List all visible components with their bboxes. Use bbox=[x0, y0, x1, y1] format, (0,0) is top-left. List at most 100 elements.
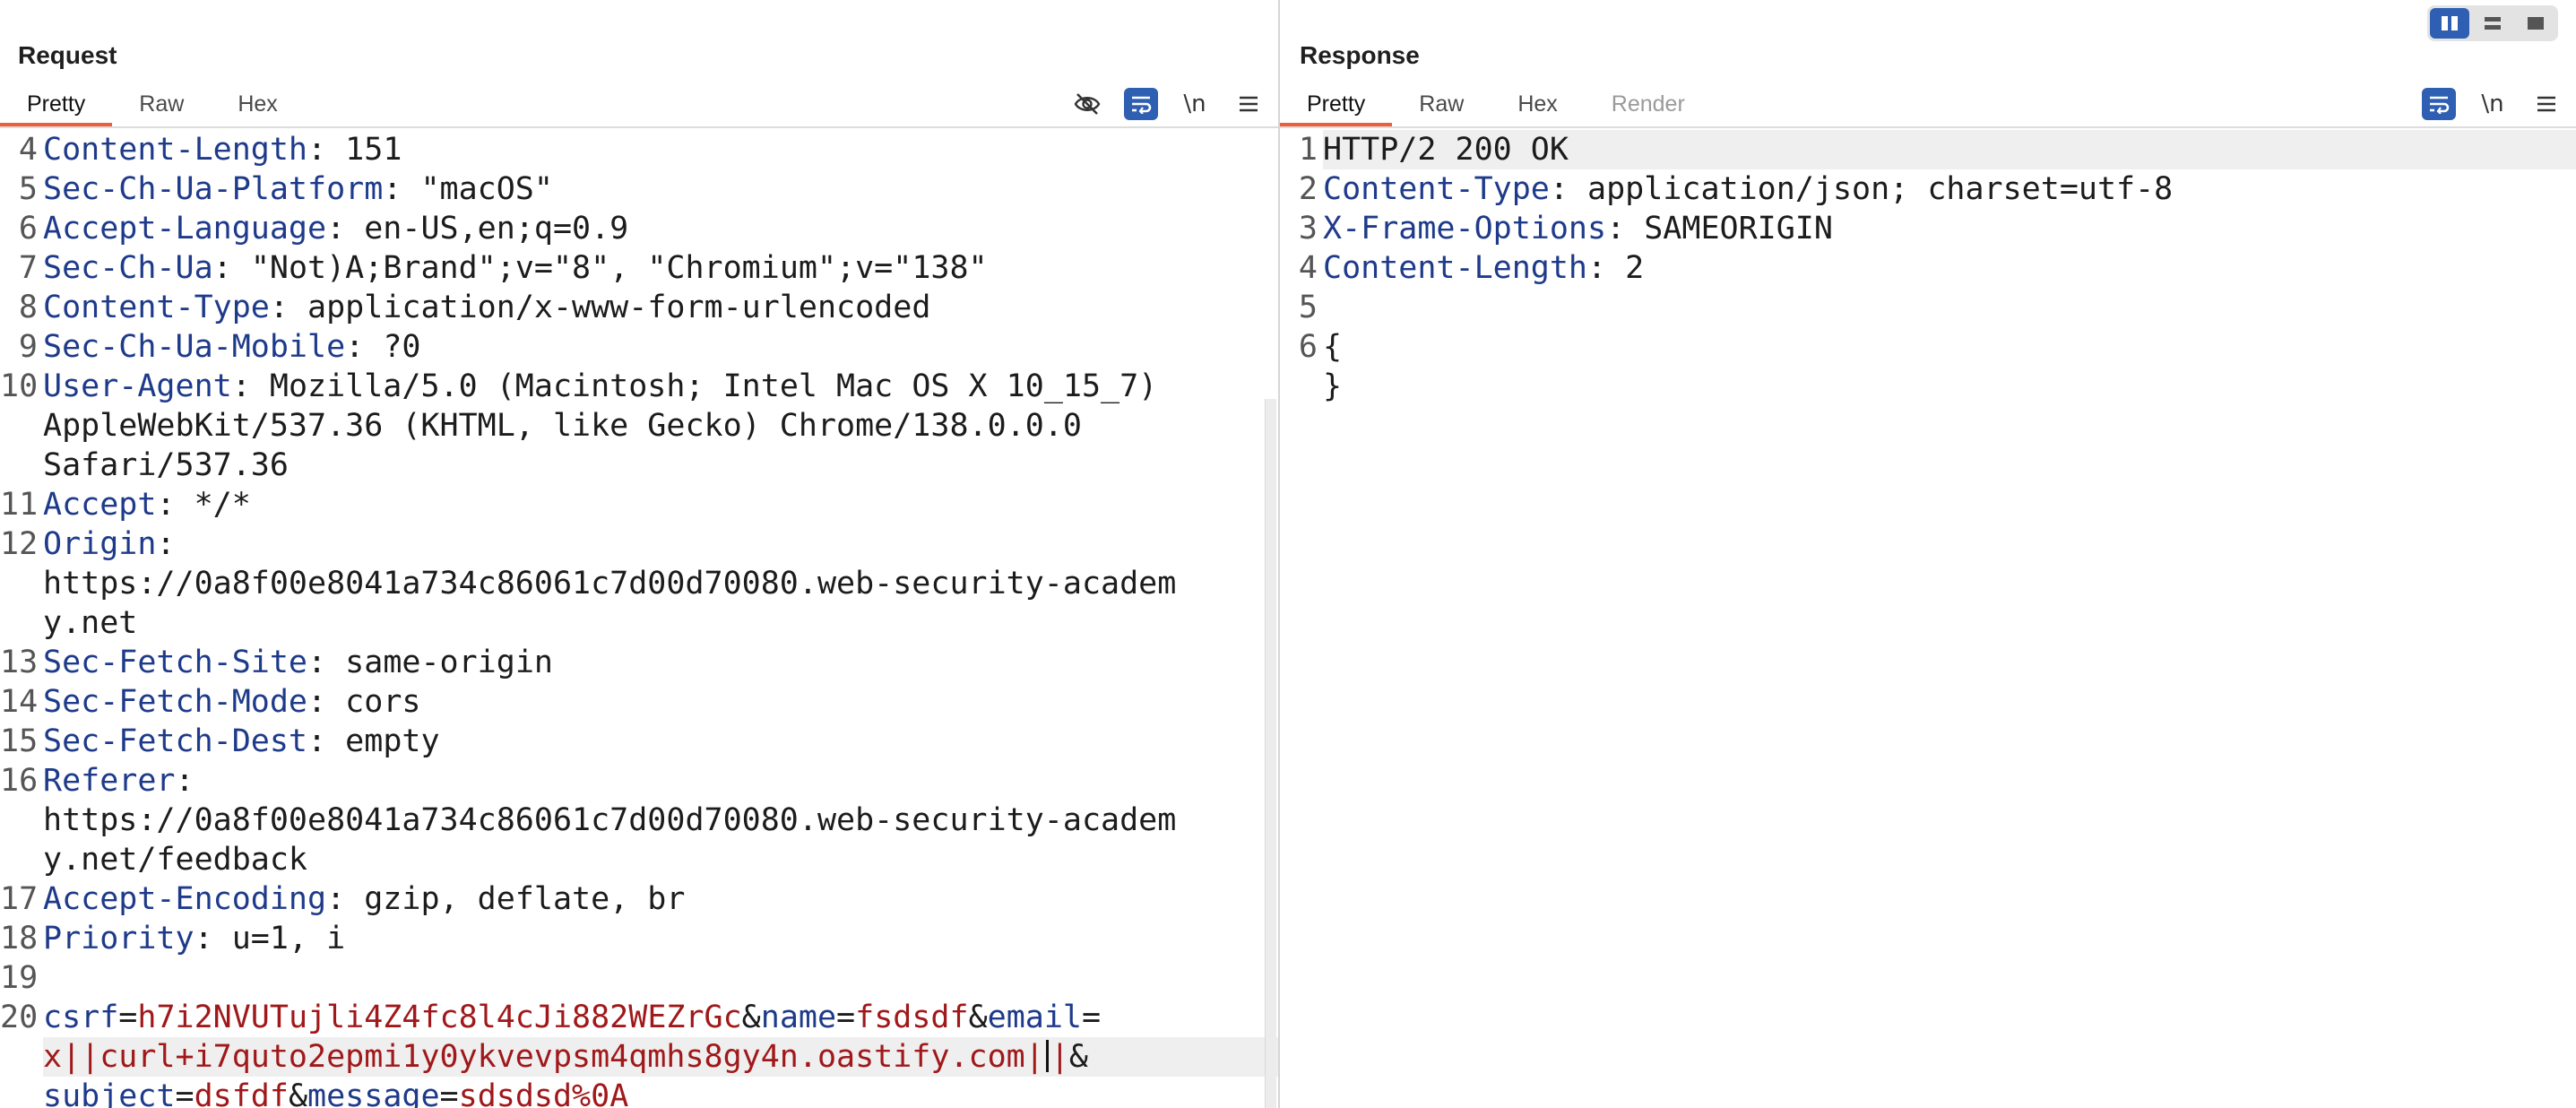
line-number: 5 bbox=[18, 171, 38, 207]
line-number bbox=[0, 1077, 43, 1108]
text-cursor bbox=[1045, 1040, 1049, 1072]
line-content: Content-Type: application/json; charset=… bbox=[1323, 169, 2576, 209]
header-value: SAMEORIGIN bbox=[1644, 211, 1833, 247]
line-content: https://0a8f00e8041a734c86061c7d00d70080… bbox=[43, 564, 1278, 603]
header-name: Content-Type bbox=[43, 290, 270, 325]
response-tabs: Pretty Raw Hex Render bbox=[1280, 86, 1712, 128]
header-value: "macOS" bbox=[420, 171, 553, 207]
line-content: Safari/537.36 bbox=[43, 446, 1278, 485]
response-pane: Response Pretty Raw Hex Render \n 1 HTTP… bbox=[1280, 0, 2576, 1108]
header-value: cors bbox=[345, 684, 421, 720]
line-content bbox=[43, 958, 1278, 998]
line-number: 4 bbox=[18, 132, 38, 168]
header-separator: : bbox=[1606, 211, 1645, 247]
param-value: x||curl+i7quto2epmi1y0ykvevpsm4qmhs8gy4n… bbox=[43, 1039, 1044, 1075]
header-separator: : bbox=[383, 171, 421, 207]
request-lines: 4 Content-Length: 151 5 Sec-Ch-Ua-Platform:… bbox=[0, 130, 1278, 998]
code-line: 14 Sec-Fetch-Mode: cors bbox=[0, 682, 1278, 722]
request-tab-pretty[interactable]: Pretty bbox=[0, 86, 113, 126]
param-value: | bbox=[1050, 1039, 1069, 1075]
request-toolbar: \n bbox=[1070, 86, 1266, 122]
line-number: 11 bbox=[0, 487, 39, 523]
code-line: 6 { bbox=[1280, 327, 2576, 367]
request-scrollbar[interactable] bbox=[1265, 399, 1276, 1108]
response-tab-pretty[interactable]: Pretty bbox=[1280, 86, 1393, 126]
ampersand: & bbox=[741, 1000, 761, 1035]
header-value: */* bbox=[194, 487, 251, 523]
wrap-lines-icon bbox=[1132, 96, 1152, 114]
response-tab-raw[interactable]: Raw bbox=[1392, 86, 1491, 126]
header-value: https://0a8f00e8041a734c86061c7d00d70080… bbox=[43, 802, 1177, 838]
request-tab-raw[interactable]: Raw bbox=[112, 86, 211, 126]
line-number: 5 bbox=[1298, 290, 1318, 325]
header-name: Referer bbox=[43, 763, 176, 799]
line-number: 6 bbox=[18, 211, 38, 247]
response-toolbar: \n bbox=[2422, 86, 2563, 122]
line-number: 10 bbox=[0, 368, 39, 404]
line-number: 16 bbox=[0, 763, 39, 799]
code-line: 5 Sec-Ch-Ua-Platform: "macOS" bbox=[0, 169, 1278, 209]
header-name: Sec-Ch-Ua bbox=[43, 250, 213, 286]
header-value: en-US,en;q=0.9 bbox=[364, 211, 629, 247]
header-value: gzip, deflate, br bbox=[364, 881, 686, 917]
show-newlines-button[interactable]: \n bbox=[1178, 88, 1212, 120]
wrap-lines-button[interactable] bbox=[2422, 88, 2456, 120]
header-name: Content-Type bbox=[1323, 171, 1550, 207]
header-value: AppleWebKit/537.36 (KHTML, like Gecko) C… bbox=[43, 408, 1082, 444]
param-name: message bbox=[307, 1078, 440, 1108]
line-content: Accept: */* bbox=[43, 485, 1278, 524]
header-separator: : bbox=[156, 526, 176, 562]
code-line: 3 X-Frame-Options: SAMEORIGIN bbox=[1280, 209, 2576, 248]
wrap-lines-button[interactable] bbox=[1124, 88, 1158, 120]
line-number bbox=[0, 1037, 43, 1077]
show-newlines-button[interactable]: \n bbox=[2476, 88, 2510, 120]
header-separator: : bbox=[307, 684, 346, 720]
code-line: AppleWebKit/537.36 (KHTML, like Gecko) C… bbox=[0, 406, 1278, 446]
line-content: AppleWebKit/537.36 (KHTML, like Gecko) C… bbox=[43, 406, 1278, 446]
response-tab-render[interactable]: Render bbox=[1585, 86, 1712, 126]
header-value: u=1, i bbox=[231, 921, 346, 957]
line-number: 4 bbox=[1298, 250, 1318, 286]
header-separator: : bbox=[269, 290, 308, 325]
header-value: Safari/537.36 bbox=[43, 447, 289, 483]
response-lines: 2 Content-Type: application/json; charset… bbox=[1280, 169, 2576, 327]
code-line: subject=dsfdf&message=sdsdsd%0A bbox=[0, 1077, 1278, 1108]
wrap-lines-icon bbox=[2430, 96, 2450, 114]
code-line: https://0a8f00e8041a734c86061c7d00d70080… bbox=[0, 564, 1278, 603]
response-tab-hex[interactable]: Hex bbox=[1491, 86, 1584, 126]
line-content: Content-Length: 2 bbox=[1323, 248, 2576, 288]
request-body-line-1: csrf=h7i2NVUTujli4Z4fc8l4cJi882WEZrGc&na… bbox=[43, 998, 1278, 1037]
code-line: 17 Accept-Encoding: gzip, deflate, br bbox=[0, 879, 1278, 919]
header-value: y.net bbox=[43, 605, 138, 641]
line-number bbox=[0, 840, 43, 879]
options-menu-button[interactable] bbox=[2529, 88, 2563, 120]
http-message-editor: Request Pretty Raw Hex \n 4 Content-Leng… bbox=[0, 0, 2576, 1108]
response-editor[interactable]: 1 HTTP/2 200 OK 2 Content-Type: applicati… bbox=[1280, 130, 2576, 1108]
response-body-close: } bbox=[1323, 368, 1343, 404]
request-editor[interactable]: 4 Content-Length: 151 5 Sec-Ch-Ua-Platform:… bbox=[0, 130, 1278, 1108]
line-number: 9 bbox=[18, 329, 38, 365]
hide-nonprintable-button[interactable] bbox=[1070, 88, 1104, 120]
equals-sign: = bbox=[1082, 1000, 1102, 1035]
request-tabs: Pretty Raw Hex bbox=[0, 86, 305, 128]
line-content: Referer: bbox=[43, 761, 1278, 801]
line-number: 8 bbox=[18, 290, 38, 325]
code-line: 5 bbox=[1280, 288, 2576, 327]
header-name: Origin bbox=[43, 526, 157, 562]
header-value: y.net/feedback bbox=[43, 842, 308, 878]
header-name: Accept bbox=[43, 487, 157, 523]
header-value: application/json; charset=utf-8 bbox=[1587, 171, 2174, 207]
header-name: Accept-Encoding bbox=[43, 881, 327, 917]
header-name: User-Agent bbox=[43, 368, 232, 404]
header-separator: : bbox=[345, 329, 384, 365]
line-number: 7 bbox=[18, 250, 38, 286]
request-tab-hex[interactable]: Hex bbox=[211, 86, 304, 126]
header-separator: : bbox=[156, 487, 194, 523]
code-line: 7 Sec-Ch-Ua: "Not)A;Brand";v="8", "Chromi… bbox=[0, 248, 1278, 288]
options-menu-button[interactable] bbox=[1232, 88, 1266, 120]
line-content: Content-Length: 151 bbox=[43, 130, 1278, 169]
line-content: Sec-Ch-Ua: "Not)A;Brand";v="8", "Chromiu… bbox=[43, 248, 1278, 288]
line-number: 1 bbox=[1298, 132, 1318, 168]
code-line: 2 Content-Type: application/json; charset… bbox=[1280, 169, 2576, 209]
line-number bbox=[0, 564, 43, 603]
